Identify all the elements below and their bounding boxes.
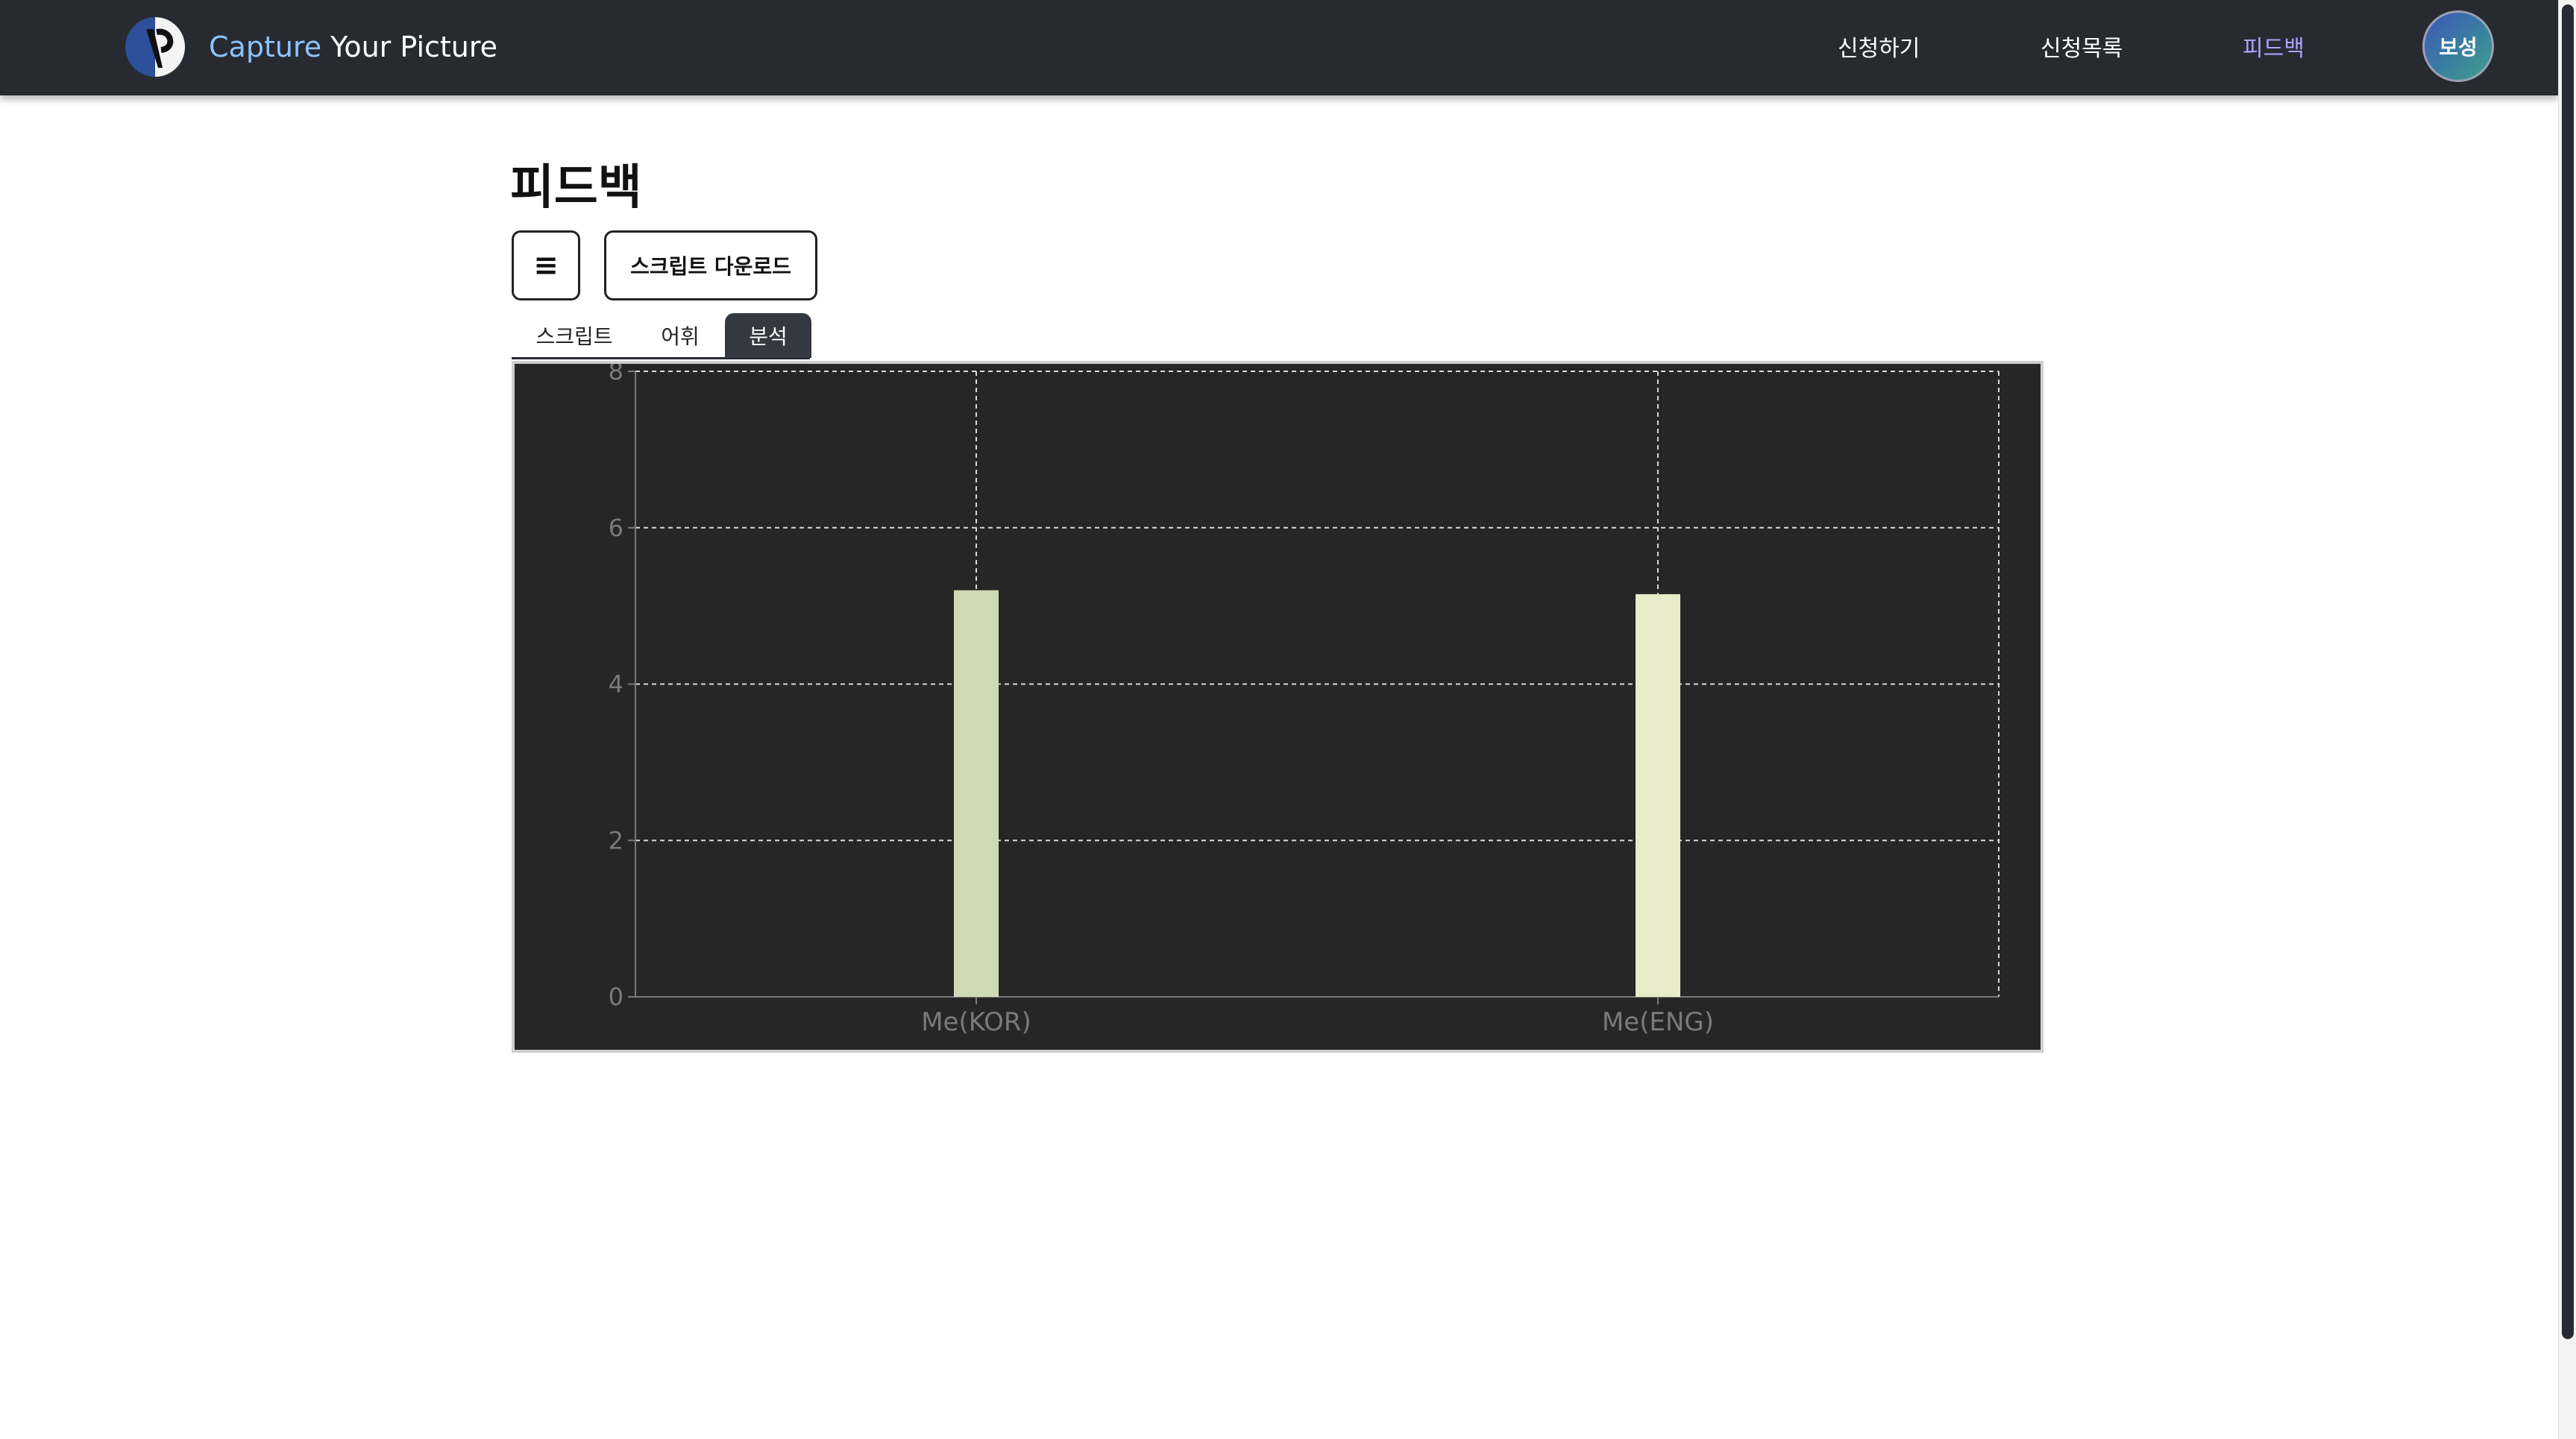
menu-button[interactable]: ≡ — [512, 230, 580, 300]
y-tick-label: 8 — [609, 364, 623, 385]
user-avatar[interactable]: 보성 — [2422, 10, 2494, 82]
nav-links: 신청하기 신청목록 피드백 — [0, 0, 2558, 92]
y-tick-label: 4 — [609, 670, 623, 699]
chart-grid — [635, 371, 1999, 997]
scrollbar-thumb[interactable] — [2562, 4, 2574, 1339]
nav-apply[interactable]: 신청하기 — [1838, 30, 1920, 63]
download-script-button[interactable]: 스크립트 다운로드 — [604, 230, 817, 300]
nav-feedback[interactable]: 피드백 — [2243, 30, 2305, 63]
bar-me-kor — [954, 590, 999, 997]
tab-script[interactable]: 스크립트 — [512, 313, 637, 358]
y-tick-label: 0 — [609, 983, 623, 1011]
chart-labels: 0 2 4 6 8 Me(KOR) Me(ENG) — [609, 364, 1714, 1037]
x-category-label: Me(KOR) — [921, 1007, 1031, 1037]
bar-chart: 0 2 4 6 8 Me(KOR) Me(ENG) — [609, 364, 1999, 1037]
chart-axes — [628, 371, 1999, 1004]
page-title: 피드백 — [510, 160, 642, 215]
bar-me-eng — [1636, 593, 1680, 997]
y-tick-label: 2 — [609, 826, 623, 854]
chart-bars — [954, 590, 1680, 997]
analysis-chart-panel: 0 2 4 6 8 Me(KOR) Me(ENG) — [512, 361, 2043, 1053]
tab-analysis[interactable]: 분석 — [725, 313, 811, 358]
top-navbar: Capture Your Picture 신청하기 신청목록 피드백 보성 — [0, 0, 2558, 95]
page-scrollbar[interactable] — [2558, 0, 2576, 1439]
x-category-label: Me(ENG) — [1602, 1007, 1714, 1037]
y-tick-label: 6 — [609, 514, 623, 542]
feedback-tabs: 스크립트 어휘 분석 — [512, 313, 811, 359]
nav-application-list[interactable]: 신청목록 — [2041, 30, 2123, 63]
tab-vocabulary[interactable]: 어휘 — [637, 313, 723, 358]
